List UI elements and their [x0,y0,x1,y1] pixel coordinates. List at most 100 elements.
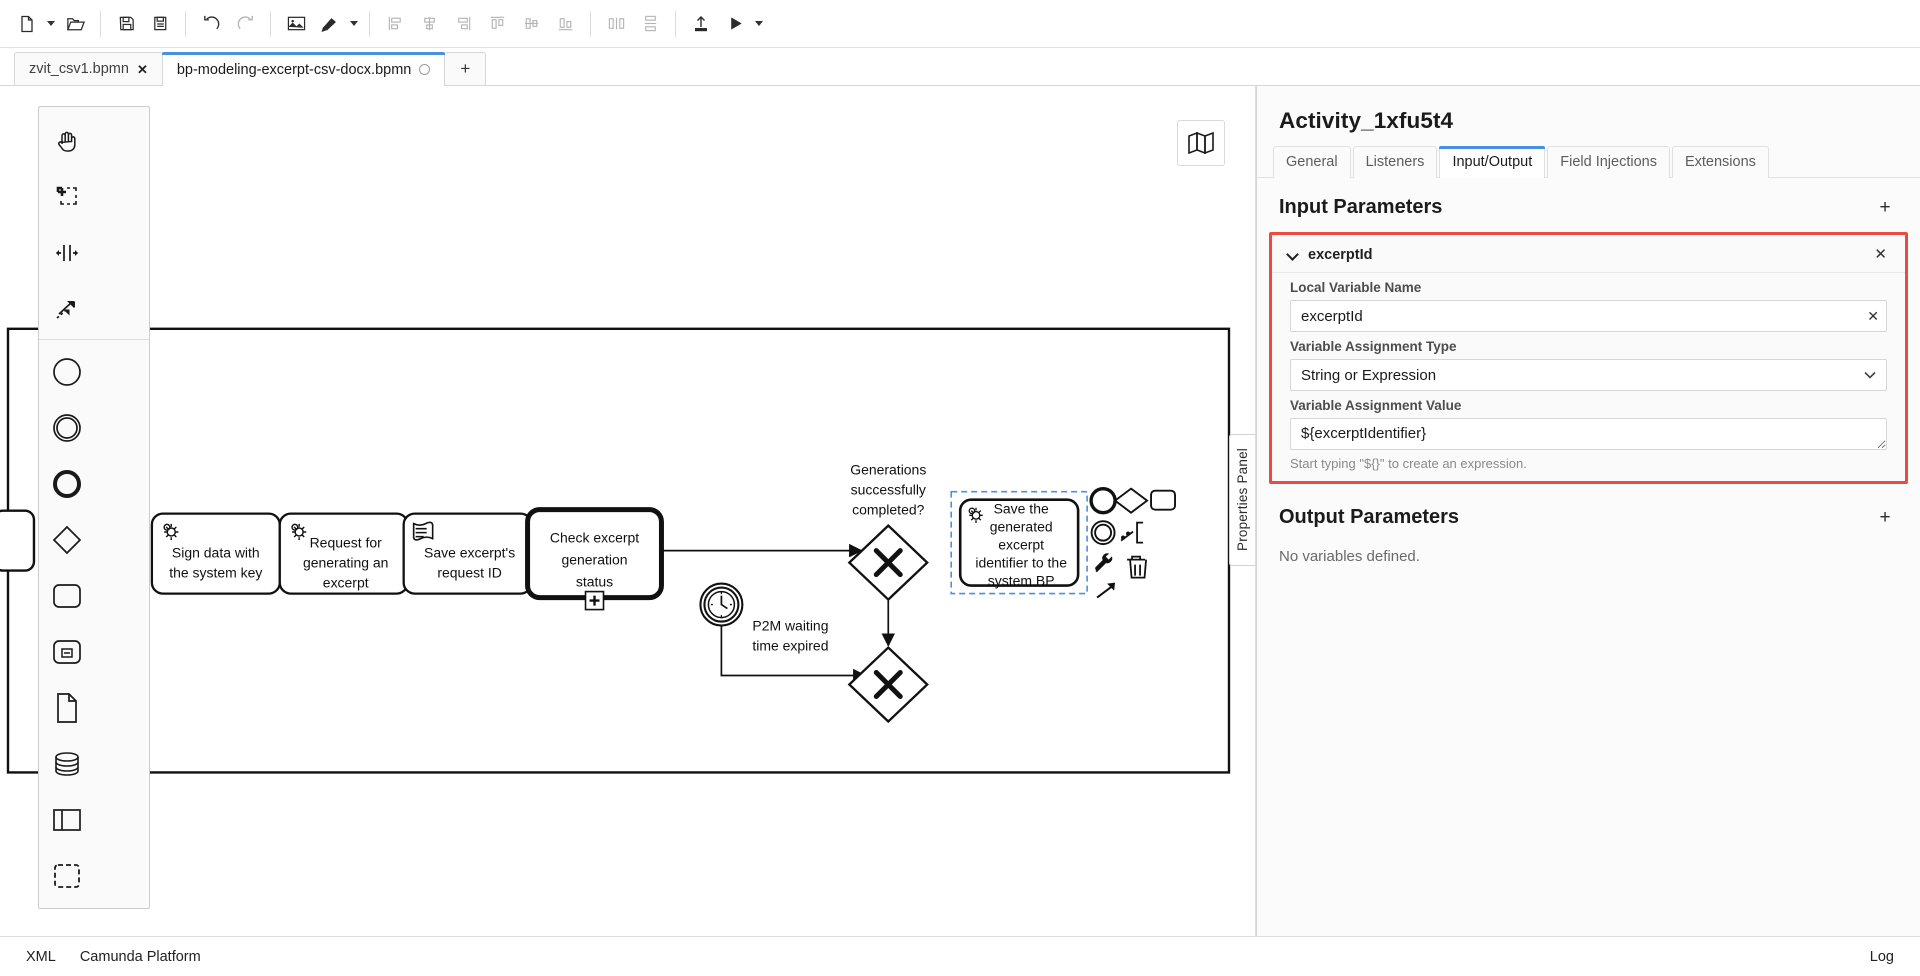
tab-label: Extensions [1685,154,1756,170]
properties-tabs: General Listeners Input/Output Field Inj… [1257,146,1920,178]
data-store-icon[interactable] [39,736,95,792]
chevron-down-icon[interactable] [1288,249,1299,260]
toolbar-divider [675,11,676,37]
align-left-button[interactable] [378,7,412,41]
tab-input-output[interactable]: Input/Output [1439,146,1545,178]
participant-icon[interactable] [39,792,95,848]
svg-text:Check excerpt: Check excerpt [550,530,639,546]
lasso-tool-icon[interactable] [39,169,95,225]
svg-text:generation: generation [561,552,627,568]
clear-local-variable-name-icon[interactable]: ✕ [1867,309,1879,323]
gateway-icon[interactable] [39,512,95,568]
toolbar-divider [185,11,186,37]
append-end-event-icon [1091,489,1115,513]
editor-tab-bp-modeling-excerpt[interactable]: bp-modeling-excerpt-csv-docx.bpmn [162,52,446,86]
svg-text:Generations: Generations [850,462,926,478]
redo-button[interactable] [228,7,262,41]
tab-label: Input/Output [1452,154,1532,170]
tab-listeners[interactable]: Listeners [1353,146,1438,178]
align-top-button[interactable] [480,7,514,41]
group-icon[interactable] [39,848,95,904]
add-input-parameter-button[interactable]: + [1872,194,1898,220]
bpmn-canvas[interactable]: Sign data with the system key Request fo… [0,86,1256,936]
palette-divider [39,339,149,340]
properties-panel: Activity_1xfu5t4 General Listeners Input… [1256,86,1920,936]
svg-text:the system key: the system key [169,565,262,581]
subprocess-expanded-icon[interactable] [39,624,95,680]
bpmn-subprocess-check-status: Check excerpt generation status [528,510,662,610]
connect-arrow-icon [1097,583,1115,598]
status-engine-label[interactable]: Camunda Platform [68,949,213,965]
start-instance-button[interactable] [718,7,752,41]
open-file-button[interactable] [58,7,92,41]
data-object-icon[interactable] [39,680,95,736]
variable-assignment-value-label: Variable Assignment Value [1290,398,1887,413]
editor-tabbar: zvit_csv1.bpmn ✕ bp-modeling-excerpt-csv… [0,48,1920,86]
align-bottom-button[interactable] [548,7,582,41]
svg-text:generating an: generating an [303,555,388,571]
start-instance-dropdown[interactable] [752,7,766,41]
append-text-annotation-icon [1121,523,1143,543]
tab-label: bp-modeling-excerpt-csv-docx.bpmn [177,62,412,78]
export-image-button[interactable] [279,7,313,41]
bpmn-task-sign-data: Sign data with the system key [152,514,280,594]
svg-text:generated: generated [990,519,1053,535]
align-right-button[interactable] [446,7,480,41]
align-center-button[interactable] [412,7,446,41]
color-picker-button[interactable] [313,7,347,41]
tab-general[interactable]: General [1273,146,1351,178]
toolbar-divider [590,11,591,37]
variable-assignment-value-textarea[interactable] [1290,418,1887,450]
svg-text:excerpt: excerpt [323,575,369,591]
minimap-toggle-button[interactable] [1177,120,1225,166]
input-parameters-header: Input Parameters + [1257,178,1920,232]
connect-tool-icon[interactable] [39,281,95,337]
variable-assignment-type-select[interactable]: String or Expression [1290,359,1887,391]
distribute-vertical-button[interactable] [633,7,667,41]
plus-icon: + [460,59,470,79]
input-parameter-entry-excerptid: excerptId ✕ Local Variable Name ✕ Variab… [1269,232,1908,484]
tab-field-injections[interactable]: Field Injections [1547,146,1670,178]
local-variable-name-input[interactable] [1290,300,1887,332]
deploy-button[interactable] [684,7,718,41]
new-tab-button[interactable]: + [444,52,486,85]
tab-extensions[interactable]: Extensions [1672,146,1769,178]
new-diagram-button[interactable] [10,7,44,41]
input-parameters-heading: Input Parameters [1279,196,1442,219]
space-tool-icon[interactable] [39,225,95,281]
variable-assignment-type-label: Variable Assignment Type [1290,339,1887,354]
save-button[interactable] [109,7,143,41]
unsaved-dot-icon[interactable] [419,64,430,75]
tab-label: General [1286,154,1338,170]
toolbar-divider [369,11,370,37]
input-parameter-entry-name: excerptId [1308,247,1372,263]
close-icon[interactable]: ✕ [137,63,148,76]
color-picker-dropdown[interactable] [347,7,361,41]
status-xml-button[interactable]: XML [14,949,68,965]
properties-panel-title: Activity_1xfu5t4 [1257,86,1920,146]
save-as-button[interactable] [143,7,177,41]
align-middle-button[interactable] [514,7,548,41]
start-event-icon[interactable] [39,344,95,400]
intermediate-event-icon[interactable] [39,400,95,456]
bpmn-task-request-excerpt: Request for generating an excerpt [280,514,408,594]
bpmn-diagram: Sign data with the system key Request fo… [0,86,1255,931]
hand-tool-icon[interactable] [39,113,95,169]
tab-label: Field Injections [1560,154,1657,170]
delete-icon [1127,557,1146,578]
undo-button[interactable] [194,7,228,41]
task-icon[interactable] [39,568,95,624]
end-event-icon[interactable] [39,456,95,512]
properties-panel-toggle[interactable]: Properties Panel [1229,434,1255,566]
new-diagram-dropdown[interactable] [44,7,58,41]
add-output-parameter-button[interactable]: + [1872,504,1898,530]
remove-input-parameter-button[interactable]: ✕ [1870,245,1891,264]
bpmn-timer-label-line1: P2M waiting [752,618,828,634]
variable-assignment-value-field: Variable Assignment Value [1272,391,1905,450]
properties-content[interactable]: Input Parameters + excerptId ✕ Local Var… [1257,178,1920,936]
input-parameter-entry-header[interactable]: excerptId ✕ [1272,235,1905,273]
editor-tab-zvit-csv1[interactable]: zvit_csv1.bpmn ✕ [14,52,163,85]
status-log-button[interactable]: Log [1858,949,1906,965]
distribute-horizontal-button[interactable] [599,7,633,41]
toolbar-divider [270,11,271,37]
